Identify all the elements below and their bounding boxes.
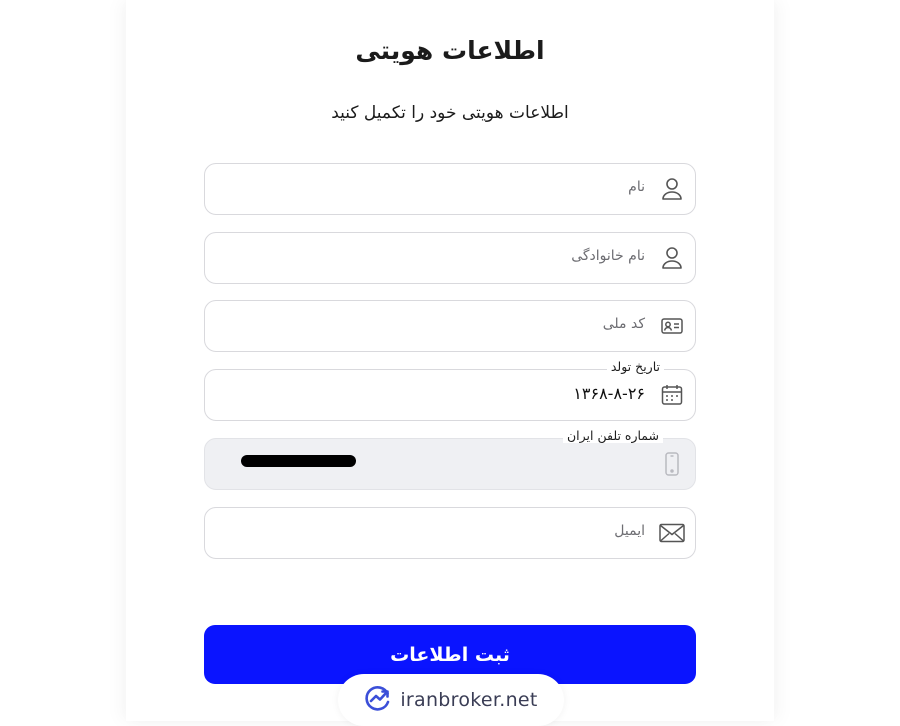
calendar-icon xyxy=(659,382,685,408)
id-card-icon xyxy=(659,313,685,339)
page-subtitle: اطلاعات هویتی خود را تکمیل کنید xyxy=(331,103,569,123)
phone-label: شماره تلفن ایران xyxy=(563,428,663,443)
growth-chart-icon xyxy=(364,684,392,716)
last-name-field[interactable]: نام خانوادگی xyxy=(204,232,696,284)
iranbroker-watermark: iranbroker.net xyxy=(338,674,564,726)
email-field[interactable]: ایمیل xyxy=(204,507,696,559)
envelope-icon xyxy=(659,520,685,546)
birth-date-field[interactable]: ۱۳۶۸-۸-۲۶ xyxy=(204,369,696,421)
national-code-field[interactable]: کد ملی xyxy=(204,300,696,352)
first-name-field[interactable]: نام xyxy=(204,163,696,215)
email-placeholder: ایمیل xyxy=(614,523,645,539)
page-title: اطلاعات هویتی xyxy=(355,36,545,65)
national-code-placeholder: کد ملی xyxy=(602,316,645,332)
mobile-phone-icon xyxy=(659,451,685,477)
last-name-placeholder: نام خانوادگی xyxy=(571,248,645,264)
phone-value-masked xyxy=(241,455,356,467)
first-name-placeholder: نام xyxy=(628,179,645,195)
user-icon xyxy=(659,245,685,271)
user-icon xyxy=(659,176,685,202)
birth-date-label: تاریخ تولد xyxy=(606,359,664,374)
watermark-text: iranbroker.net xyxy=(400,689,538,711)
birth-date-value: ۱۳۶۸-۸-۲۶ xyxy=(573,384,645,403)
